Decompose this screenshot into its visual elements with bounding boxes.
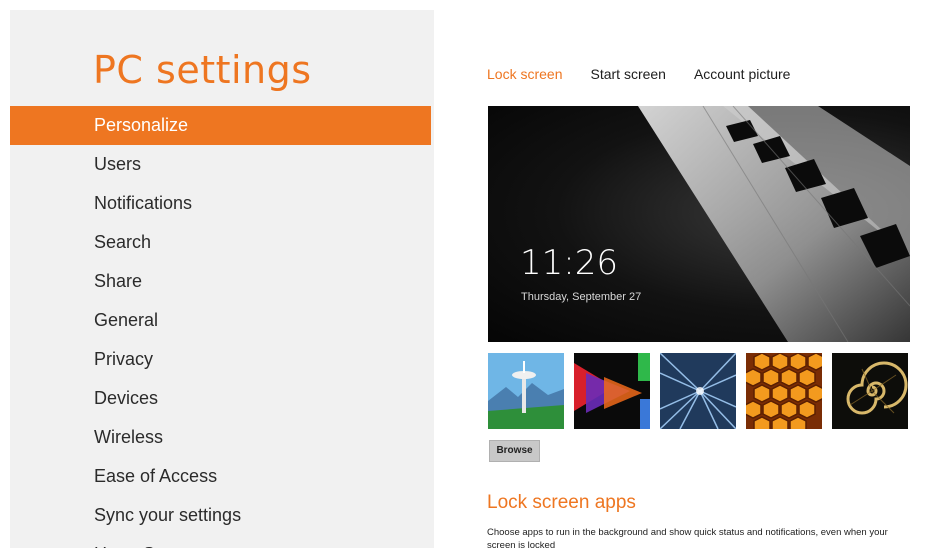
personalize-tabs: Lock screen Start screen Account picture [487, 66, 790, 82]
browse-button[interactable]: Browse [489, 440, 540, 462]
lock-screen-apps-title: Lock screen apps [487, 492, 636, 513]
tab-start-screen[interactable]: Start screen [590, 66, 665, 82]
lock-clock: 11:26 [520, 243, 618, 283]
thumbnail-color-arrows[interactable] [574, 353, 650, 429]
background-thumbnails [488, 353, 908, 429]
lock-screen-preview: 11:26 Thursday, September 27 [488, 106, 910, 342]
piano-keys-image [638, 106, 910, 342]
thumbnail-space-needle[interactable] [488, 353, 564, 429]
nav-item-notifications[interactable]: Notifications [10, 184, 431, 223]
nav-item-share[interactable]: Share [10, 262, 431, 301]
nav-item-devices[interactable]: Devices [10, 379, 431, 418]
app-title: PC settings [93, 48, 312, 92]
nav-item-general[interactable]: General [10, 301, 431, 340]
nav-item-search[interactable]: Search [10, 223, 431, 262]
nav-item-wireless[interactable]: Wireless [10, 418, 431, 457]
nav-item-privacy[interactable]: Privacy [10, 340, 431, 379]
nav-item-homegroup[interactable]: HomeGroup [10, 535, 431, 548]
lock-date: Thursday, September 27 [521, 291, 642, 303]
lock-screen-apps-description: Choose apps to run in the background and… [487, 527, 888, 551]
nav-item-personalize[interactable]: Personalize [10, 106, 431, 145]
nav-item-users[interactable]: Users [10, 145, 431, 184]
tab-lock-screen[interactable]: Lock screen [487, 66, 562, 82]
thumbnail-light-tunnel[interactable] [660, 353, 736, 429]
settings-sidebar: PC settings Personalize Users Notificati… [10, 10, 434, 548]
thumbnail-honeycomb[interactable] [746, 353, 822, 429]
tab-account-picture[interactable]: Account picture [694, 66, 791, 82]
personalize-content: Lock screen Start screen Account picture [434, 0, 946, 551]
settings-nav: Personalize Users Notifications Search S… [10, 106, 431, 548]
nav-item-ease-of-access[interactable]: Ease of Access [10, 457, 431, 496]
nav-item-sync-settings[interactable]: Sync your settings [10, 496, 431, 535]
thumbnail-nautilus-shell[interactable] [832, 353, 908, 429]
